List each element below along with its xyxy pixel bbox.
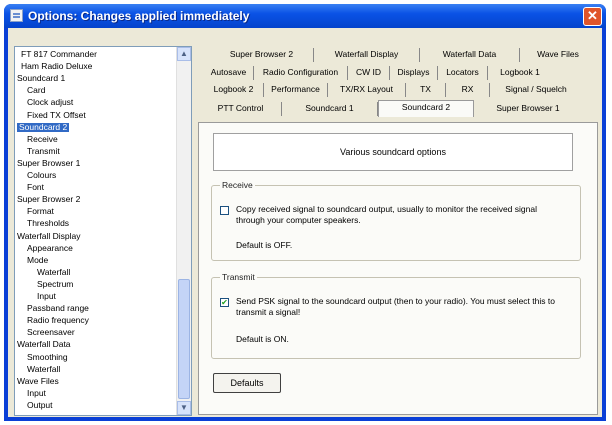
tree-item[interactable]: Output: [27, 400, 53, 410]
transmit-group: Transmit ✔ Send PSK signal to the soundc…: [211, 272, 581, 359]
tab-locators[interactable]: Locators: [438, 66, 488, 80]
tree-item[interactable]: Soundcard 1: [17, 74, 65, 83]
scrollbar-thumb[interactable]: [178, 279, 190, 399]
tree-item[interactable]: Input: [37, 292, 56, 301]
tree-item[interactable]: Soundcard 2: [17, 122, 70, 132]
tree-item[interactable]: Input: [27, 388, 46, 398]
transmit-default-text: Default is ON.: [236, 334, 289, 344]
tab-tx[interactable]: TX: [406, 83, 446, 97]
tree-item[interactable]: Colours: [27, 171, 56, 180]
tab-row-4: PTT Control Soundcard 1 Soundcard 2 Supe…: [200, 100, 602, 117]
receive-default-text: Default is OFF.: [236, 240, 293, 250]
tab-waterfall-display[interactable]: Waterfall Display: [314, 48, 420, 62]
tree-item[interactable]: Super Browser 1: [17, 158, 80, 168]
tree-item[interactable]: Thresholds: [27, 219, 69, 228]
tab-super-browser-1[interactable]: Super Browser 1: [480, 102, 576, 116]
tree-item[interactable]: Mode: [27, 255, 48, 265]
options-window: Options: Changes applied immediately ✕ F…: [4, 4, 606, 421]
receive-group: Receive Copy received signal to soundcar…: [211, 180, 581, 261]
scroll-down-icon[interactable]: ▼: [177, 401, 191, 415]
tree-item[interactable]: Waterfall: [37, 267, 70, 277]
dialog-body: FT 817 Commander Ham Radio Deluxe Soundcar…: [8, 28, 602, 417]
tree-item[interactable]: Waterfall Display: [17, 231, 80, 241]
tab-waterfall-data[interactable]: Waterfall Data: [420, 48, 520, 62]
title-bar[interactable]: Options: Changes applied immediately ✕: [4, 4, 606, 28]
tab-row-2: Autosave Radio Configuration CW ID Displ…: [204, 66, 602, 80]
tab-logbook-2[interactable]: Logbook 2: [204, 83, 264, 97]
tree-item[interactable]: Waterfall Data: [17, 340, 71, 349]
transmit-group-label: Transmit: [220, 272, 257, 282]
receive-checkbox-label[interactable]: Copy received signal to soundcard output…: [236, 204, 566, 226]
tree-item[interactable]: Transmit: [27, 146, 60, 156]
tab-soundcard-1[interactable]: Soundcard 1: [282, 102, 378, 116]
tree-item[interactable]: Clock adjust: [27, 98, 73, 107]
tree-item[interactable]: Screensaver: [27, 328, 75, 337]
scroll-up-icon[interactable]: ▲: [177, 47, 191, 61]
defaults-button[interactable]: Defaults: [213, 373, 281, 393]
tab-rx[interactable]: RX: [446, 83, 490, 97]
tree-item[interactable]: Passband range: [27, 304, 89, 313]
tree-item[interactable]: Card: [27, 86, 45, 95]
tree-item[interactable]: Radio frequency: [27, 316, 89, 325]
receive-checkbox[interactable]: [220, 206, 229, 215]
tab-cw-id[interactable]: CW ID: [348, 66, 390, 80]
tab-soundcard-2[interactable]: Soundcard 2: [378, 100, 474, 117]
tab-autosave[interactable]: Autosave: [204, 66, 254, 80]
tree-item[interactable]: Wave Files: [17, 376, 59, 386]
window-title: Options: Changes applied immediately: [28, 9, 250, 23]
tree-item[interactable]: Super Browser 2: [17, 195, 80, 204]
receive-group-label: Receive: [220, 180, 255, 190]
tab-displays[interactable]: Displays: [390, 66, 438, 80]
tab-wave-files[interactable]: Wave Files: [520, 48, 596, 62]
tab-tx-rx-layout[interactable]: TX/RX Layout: [328, 83, 406, 97]
app-icon: [10, 9, 23, 22]
tab-signal-squelch[interactable]: Signal / Squelch: [490, 83, 582, 97]
transmit-checkbox-label[interactable]: Send PSK signal to the soundcard output …: [236, 296, 566, 318]
tree-item[interactable]: Smoothing: [27, 352, 68, 362]
tree-item[interactable]: Receive: [27, 134, 58, 144]
tab-radio-configuration[interactable]: Radio Configuration: [254, 66, 348, 80]
tree-scrollbar[interactable]: ▲ ▼: [176, 47, 191, 415]
panel-header: Various soundcard options: [213, 133, 573, 171]
tab-performance[interactable]: Performance: [264, 83, 328, 97]
tree-item[interactable]: Appearance: [27, 243, 73, 253]
tree-item[interactable]: Ham Radio Deluxe: [21, 62, 92, 71]
tree-item[interactable]: Format: [27, 207, 54, 216]
tree-item[interactable]: Font: [27, 183, 44, 192]
options-tree: FT 817 Commander Ham Radio Deluxe Soundcar…: [14, 46, 192, 416]
soundcard-2-panel: Various soundcard options Receive Copy r…: [198, 122, 598, 415]
tree-item[interactable]: Fixed TX Offset: [27, 110, 86, 120]
close-button[interactable]: ✕: [583, 7, 602, 26]
tab-row-3: Logbook 2 Performance TX/RX Layout TX RX…: [204, 83, 602, 97]
transmit-checkbox[interactable]: ✔: [220, 298, 229, 307]
tree-item[interactable]: Spectrum: [37, 279, 73, 289]
tab-ptt-control[interactable]: PTT Control: [200, 102, 282, 116]
tab-super-browser-2[interactable]: Super Browser 2: [210, 48, 314, 62]
tab-row-1: Super Browser 2 Waterfall Display Waterf…: [210, 48, 596, 62]
tree-item[interactable]: Waterfall: [27, 364, 60, 374]
tab-logbook-1[interactable]: Logbook 1: [488, 66, 552, 80]
tree-item[interactable]: FT 817 Commander: [21, 50, 97, 59]
